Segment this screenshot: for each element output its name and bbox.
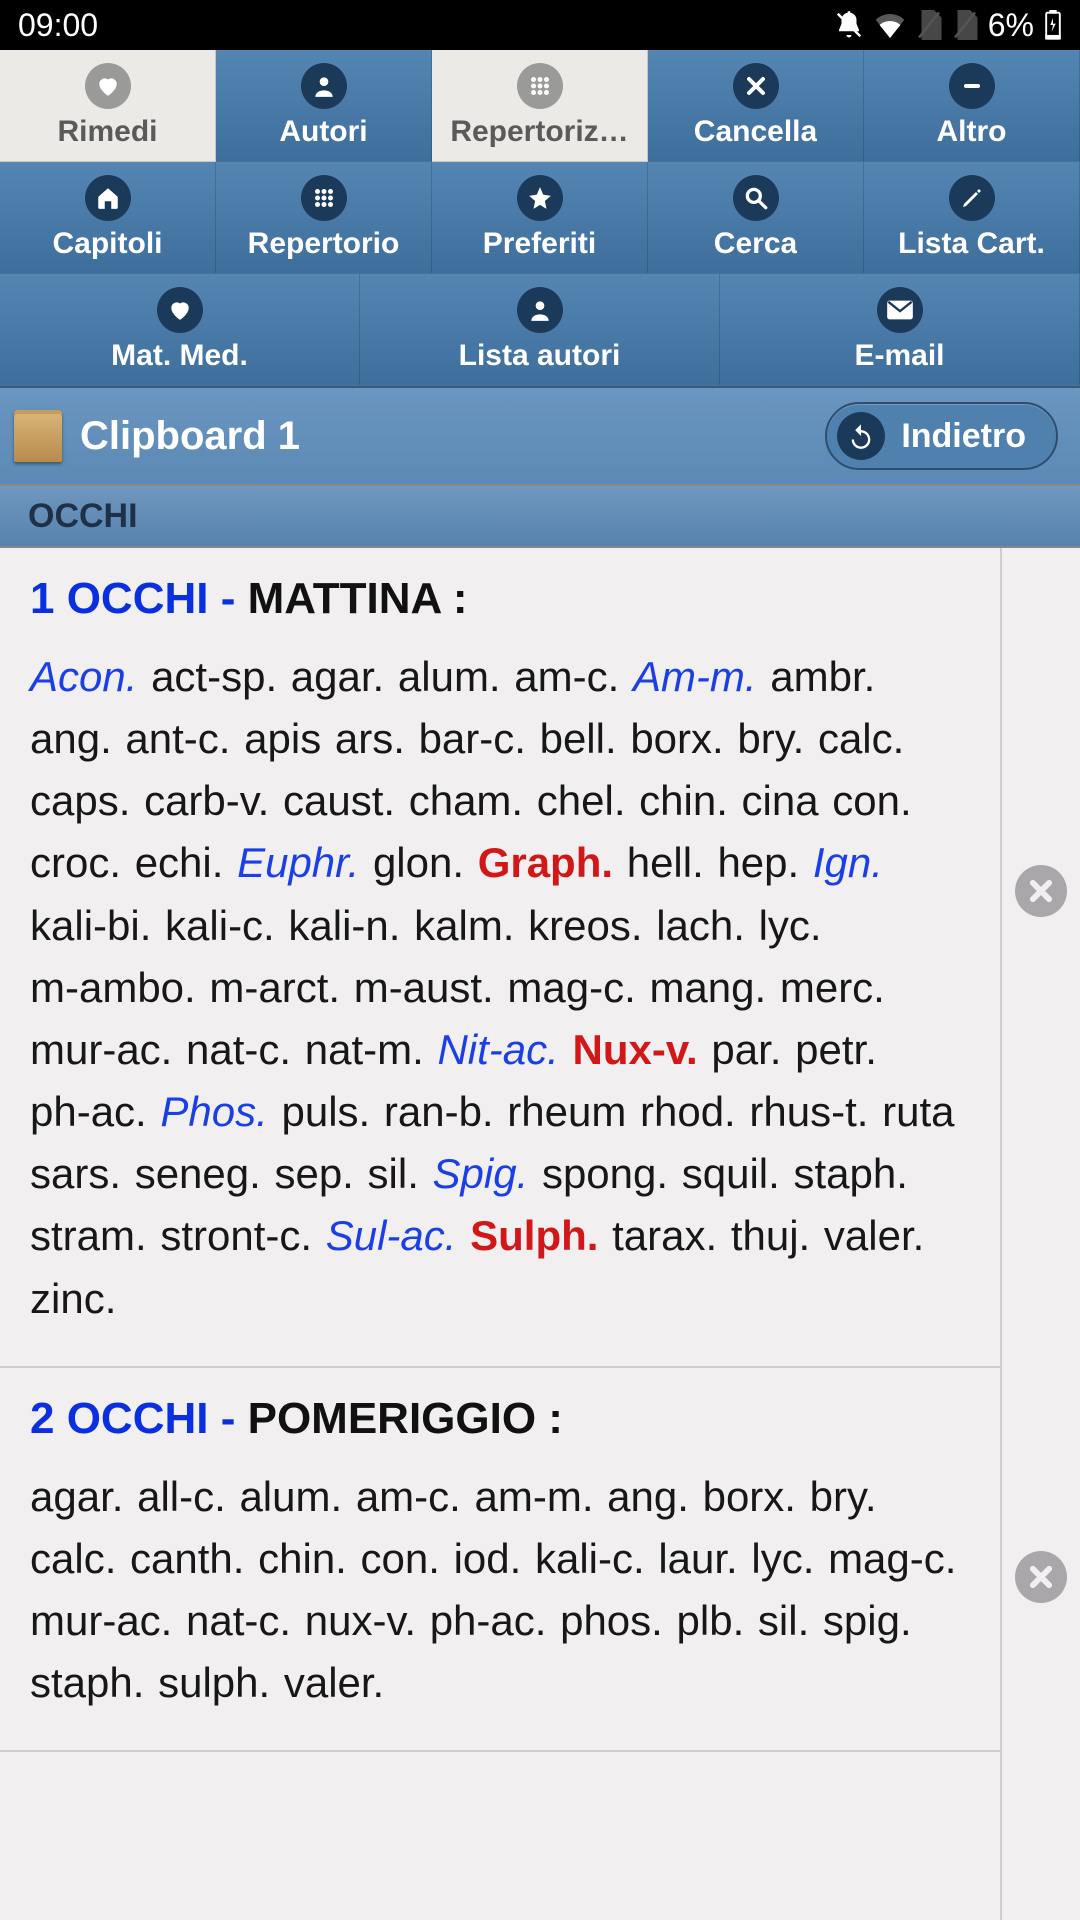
entry[interactable]: 2 OCCHI - POMERIGGIO : agar. all-c. alum.…: [0, 1368, 1000, 1753]
toolbar-label: Rimedi: [57, 115, 157, 149]
content: 1 OCCHI - MATTINA : Acon. act-sp. agar. a…: [0, 548, 1080, 1920]
section-header-text: OCCHI: [28, 497, 138, 536]
mail-icon: [877, 287, 923, 333]
sim2-icon: [952, 10, 978, 40]
person-icon: [301, 63, 347, 109]
toolbar-label: Cancella: [694, 115, 817, 149]
toolbar-lista-autori[interactable]: Lista autori: [360, 274, 720, 386]
close-entry-button[interactable]: [1015, 1551, 1067, 1603]
toolbar-altro[interactable]: Altro: [864, 50, 1080, 162]
sim1-icon: [916, 10, 942, 40]
home-icon: [85, 175, 131, 221]
toolbar-mat-med[interactable]: Mat. Med.: [0, 274, 360, 386]
toolbar-cerca[interactable]: Cerca: [648, 162, 864, 274]
pencil-icon: [949, 175, 995, 221]
battery-text: 6%: [988, 7, 1034, 44]
toolbar: Rimedi Autori Repertoriz… Cancella Altro Cap…: [0, 50, 1080, 386]
clipboard-title: Clipboard 1: [80, 414, 300, 459]
toolbar-label: Preferiti: [483, 227, 596, 261]
toolbar-preferiti[interactable]: Preferiti: [432, 162, 648, 274]
side-column: [1000, 548, 1080, 1920]
entry-close-slot: [1015, 548, 1067, 1234]
grid-icon: [517, 63, 563, 109]
entry-title: 1 OCCHI - MATTINA :: [30, 574, 970, 624]
entry-close-slot: [1015, 1234, 1067, 1920]
toolbar-label: Repertorio: [248, 227, 400, 261]
folder-icon: [14, 410, 62, 462]
back-button[interactable]: Indietro: [825, 402, 1058, 470]
toolbar-label: Lista Cart.: [898, 227, 1045, 261]
toolbar-lista-cart[interactable]: Lista Cart.: [864, 162, 1080, 274]
toolbar-repertoriz[interactable]: Repertoriz…: [432, 50, 648, 162]
bell-off-icon: [834, 10, 864, 40]
status-right: 6%: [834, 7, 1062, 44]
search-icon: [733, 175, 779, 221]
section-header: OCCHI: [0, 484, 1080, 548]
toolbar-label: Cerca: [714, 227, 797, 261]
back-label: Indietro: [901, 417, 1026, 456]
toolbar-label: E-mail: [854, 339, 944, 373]
remedy-list: agar. all-c. alum. am-c. am-m. ang. borx…: [30, 1466, 970, 1715]
entry-title: 2 OCCHI - POMERIGGIO :: [30, 1394, 970, 1444]
status-time: 09:00: [18, 7, 98, 44]
toolbar-label: Mat. Med.: [111, 339, 248, 373]
close-entry-button[interactable]: [1015, 865, 1067, 917]
toolbar-row-2: Capitoli Repertorio Preferiti Cerca Lista Ca…: [0, 162, 1080, 274]
person-icon: [517, 287, 563, 333]
clipboard-left: Clipboard 1: [14, 410, 300, 462]
grid-icon: [301, 175, 347, 221]
toolbar-label: Autori: [279, 115, 367, 149]
heart-icon: [157, 287, 203, 333]
minus-icon: [949, 63, 995, 109]
toolbar-label: Lista autori: [459, 339, 621, 373]
entry[interactable]: 1 OCCHI - MATTINA : Acon. act-sp. agar. a…: [0, 548, 1000, 1368]
status-bar: 09:00 6%: [0, 0, 1080, 50]
heart-icon: [85, 63, 131, 109]
wifi-icon: [874, 12, 906, 38]
toolbar-row-1: Rimedi Autori Repertoriz… Cancella Altro: [0, 50, 1080, 162]
toolbar-capitoli[interactable]: Capitoli: [0, 162, 216, 274]
toolbar-cancella[interactable]: Cancella: [648, 50, 864, 162]
star-icon: [517, 175, 563, 221]
undo-icon: [837, 412, 885, 460]
toolbar-autori[interactable]: Autori: [216, 50, 432, 162]
toolbar-repertorio[interactable]: Repertorio: [216, 162, 432, 274]
close-icon: [733, 63, 779, 109]
toolbar-label: Altro: [937, 115, 1007, 149]
toolbar-label: Repertoriz…: [450, 115, 628, 149]
remedy-list: Acon. act-sp. agar. alum. am-c. Am-m. am…: [30, 646, 970, 1330]
toolbar-email[interactable]: E-mail: [720, 274, 1080, 386]
clipboard-bar: Clipboard 1 Indietro: [0, 386, 1080, 484]
toolbar-label: Capitoli: [53, 227, 163, 261]
entries[interactable]: 1 OCCHI - MATTINA : Acon. act-sp. agar. a…: [0, 548, 1000, 1920]
battery-icon: [1044, 10, 1062, 40]
toolbar-rimedi[interactable]: Rimedi: [0, 50, 216, 162]
toolbar-row-3: Mat. Med. Lista autori E-mail: [0, 274, 1080, 386]
